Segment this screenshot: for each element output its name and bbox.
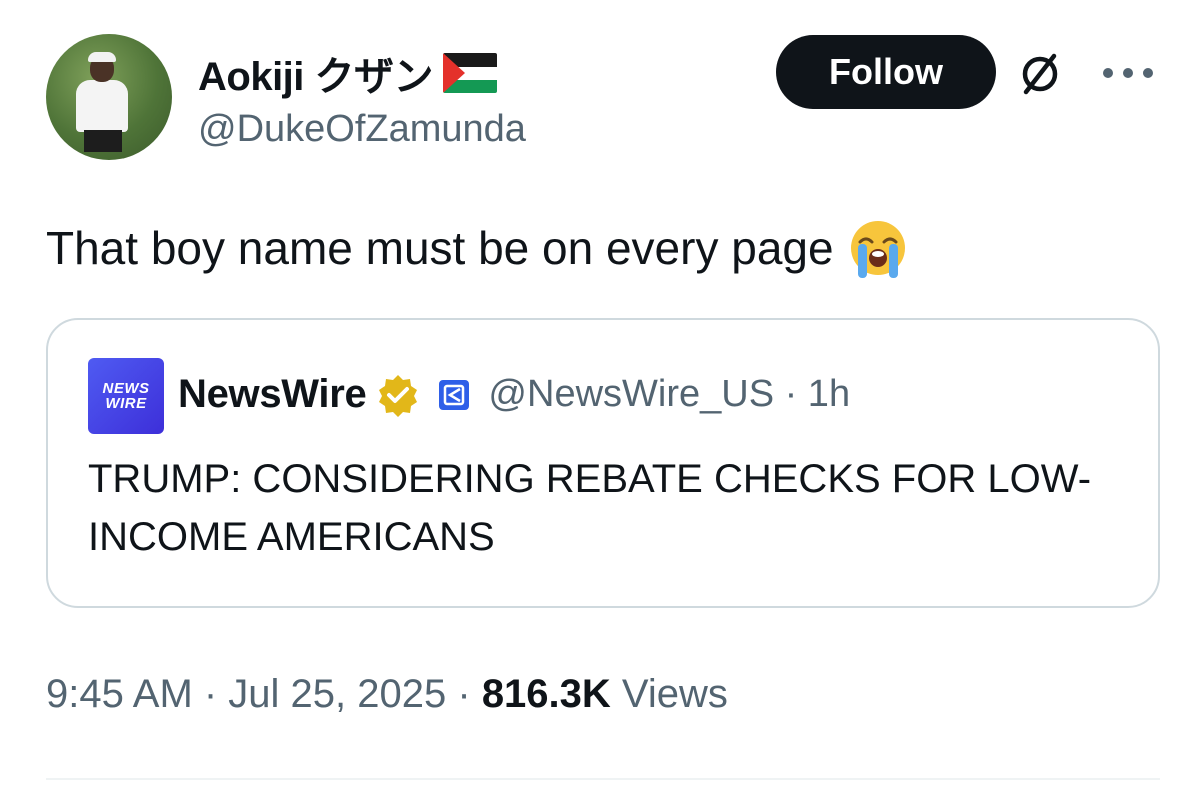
author-name-text: Aokiji クザン: [198, 55, 434, 99]
newswire-avatar-line2: WIRE: [105, 395, 147, 412]
palestine-flag-icon: [443, 53, 498, 93]
quoted-handle-time[interactable]: @NewsWire_US · 1h: [488, 373, 850, 416]
tweet-timestamp[interactable]: 9:45 AM · Jul 25, 2025 ·: [46, 672, 482, 716]
avatar-figure-shorts: [84, 130, 122, 152]
tweet-text: That boy name must be on every page: [46, 216, 910, 280]
affiliate-badge-icon: [439, 379, 470, 410]
follow-button[interactable]: Follow: [776, 35, 996, 109]
author-handle[interactable]: @DukeOfZamunda: [198, 108, 526, 151]
tweet-meta: 9:45 AM · Jul 25, 2025 · 816.3K Views: [46, 672, 728, 717]
views-label: Views: [610, 672, 728, 716]
grok-icon[interactable]: [1016, 50, 1064, 98]
avatar-figure-cap: [88, 52, 116, 62]
quoted-author-name[interactable]: NewsWire: [178, 372, 367, 417]
verified-badge-icon: [379, 374, 418, 417]
divider: [46, 778, 1160, 780]
newswire-avatar[interactable]: NEWS WIRE: [88, 358, 164, 434]
tweet-text-content: That boy name must be on every page: [46, 222, 834, 274]
quoted-tweet-text: TRUMP: CONSIDERING REBATE CHECKS FOR LOW…: [88, 457, 1092, 559]
newswire-avatar-line1: NEWS: [102, 380, 150, 397]
author-avatar[interactable]: [46, 34, 172, 160]
views-count: 816.3K: [481, 672, 611, 716]
avatar-figure-shirt: [76, 80, 128, 132]
more-options-icon[interactable]: [1100, 58, 1156, 88]
author-display-name[interactable]: Aokiji クザン: [198, 44, 498, 102]
loudly-crying-face-emoji-icon: [850, 221, 905, 278]
quoted-tweet-card[interactable]: NEWS WIRE NewsWire @NewsWire_US · 1h TRU…: [46, 318, 1160, 608]
quoted-tweet-header: NewsWire @NewsWire_US · 1h: [178, 372, 850, 417]
tweet: Aokiji クザン @DukeOfZamunda Follow That bo…: [0, 0, 1200, 794]
